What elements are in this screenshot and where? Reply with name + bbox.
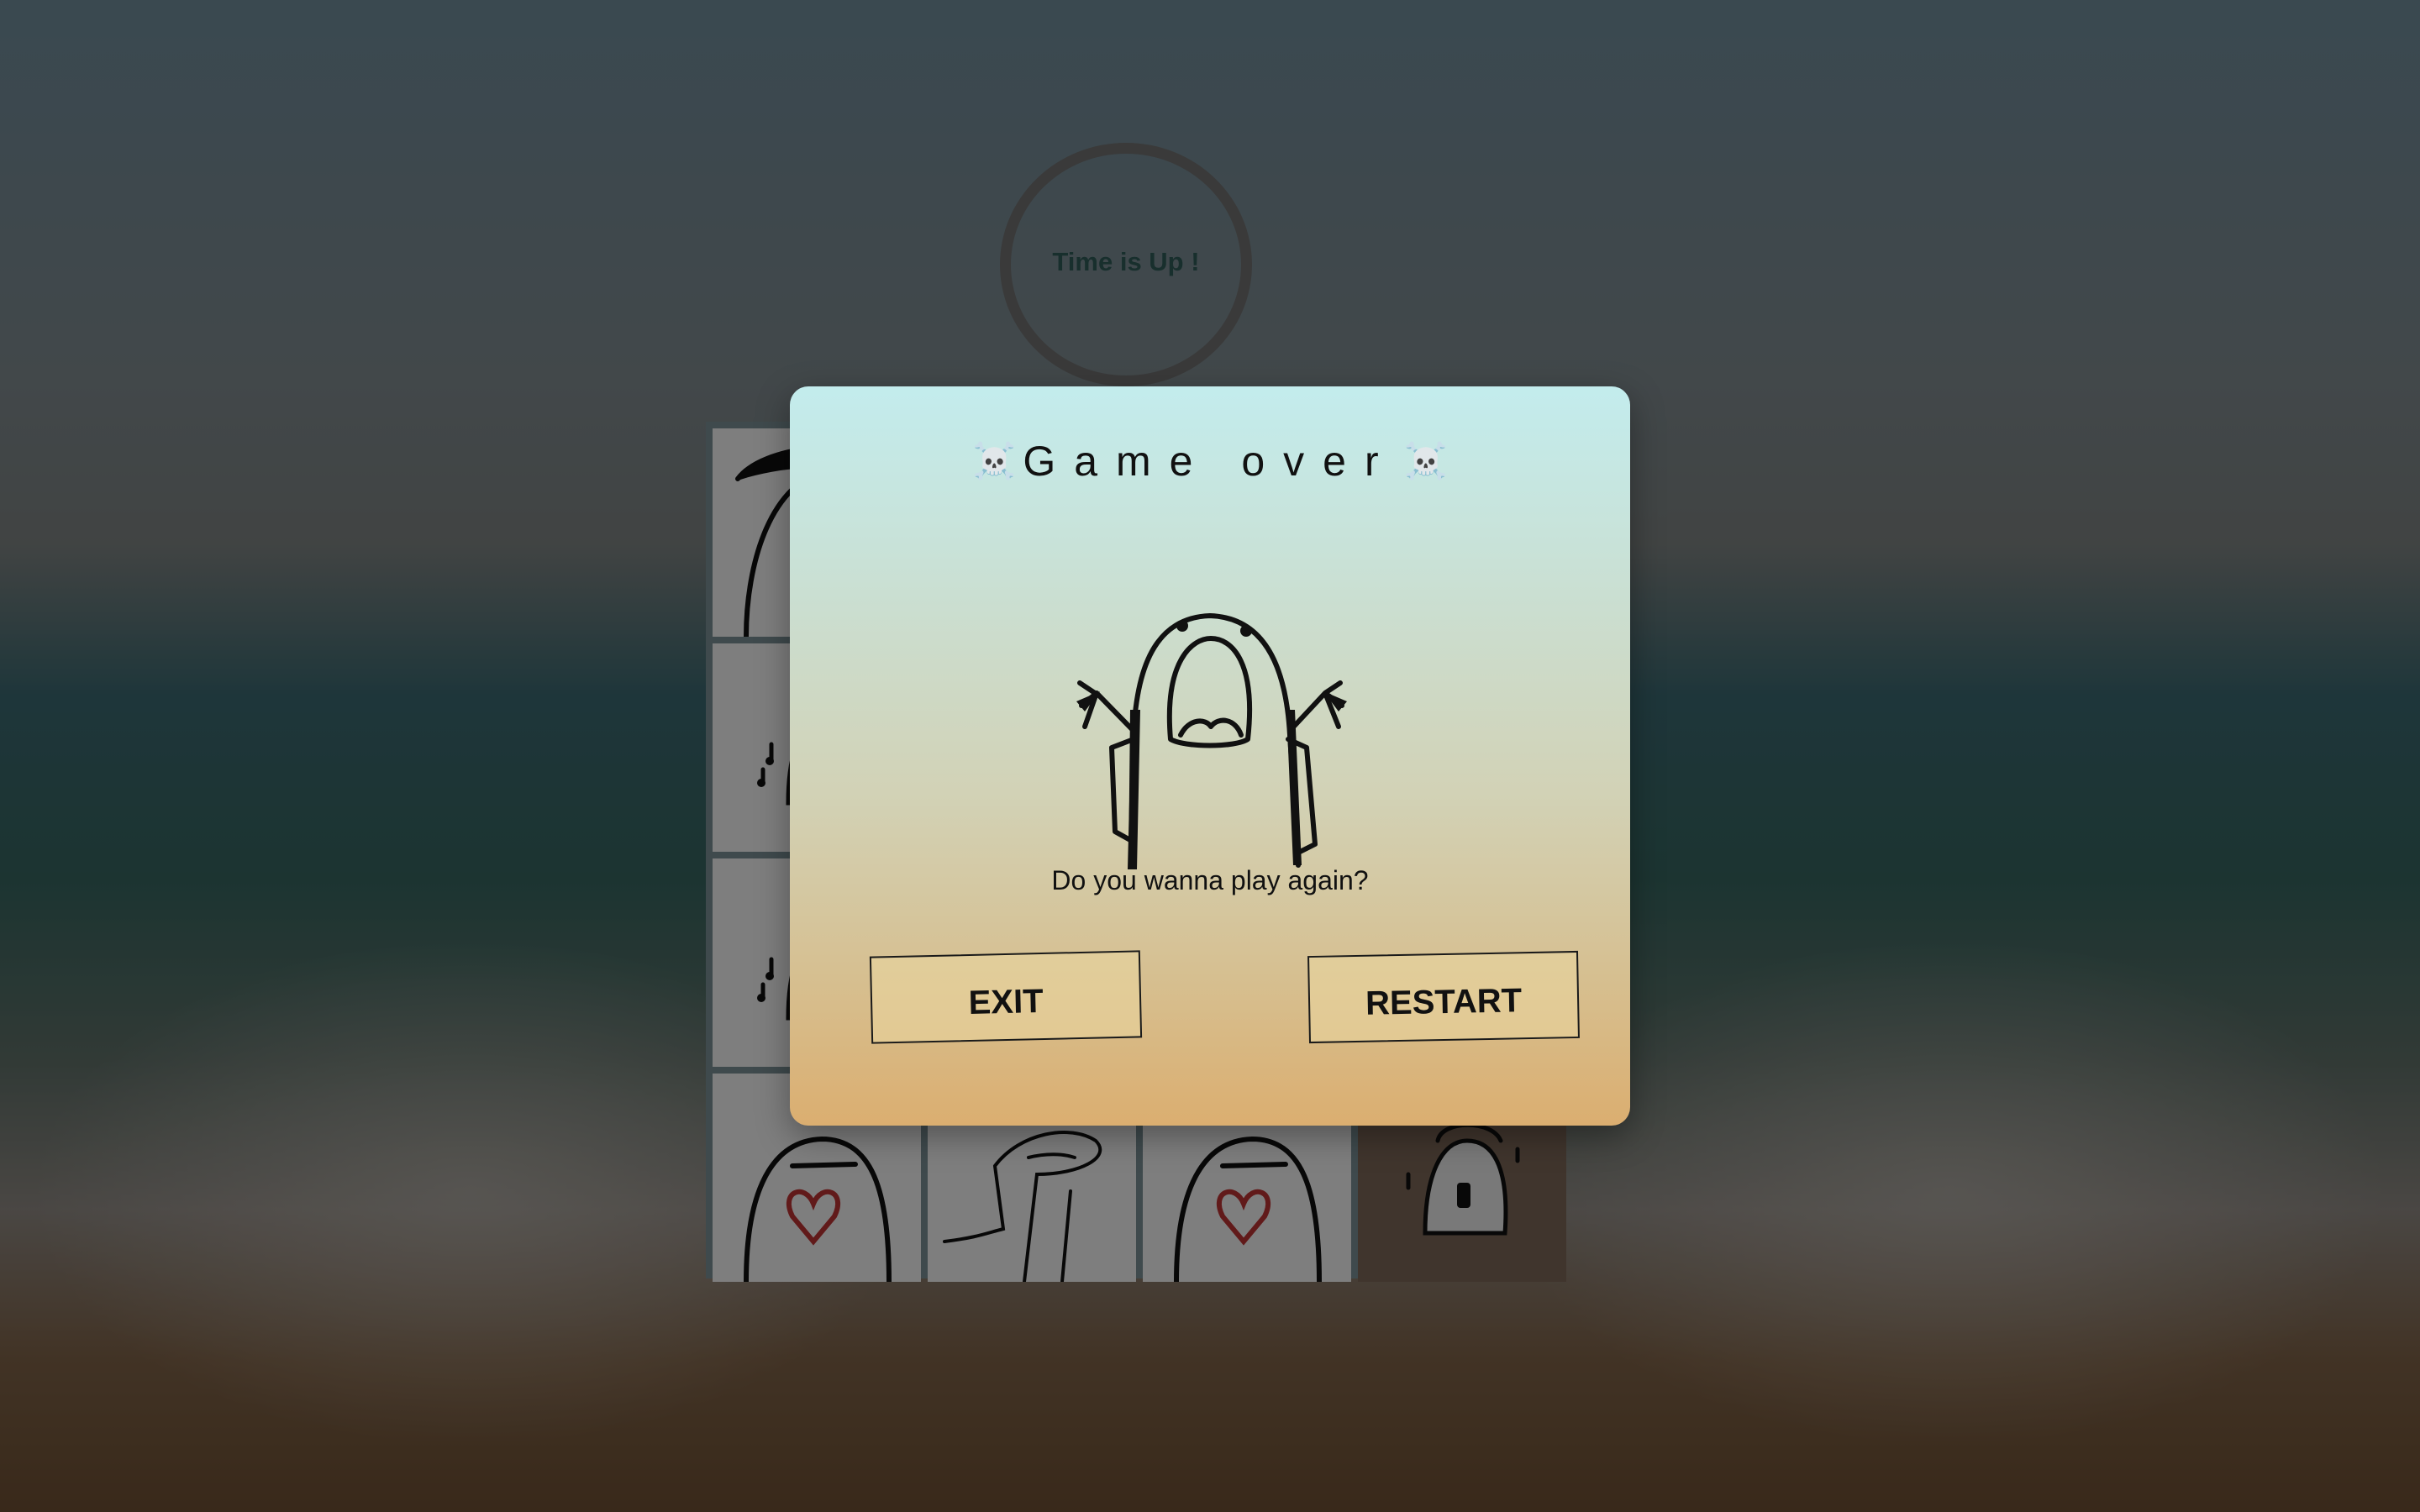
- exit-button[interactable]: EXIT: [869, 950, 1143, 1044]
- dialog-title: ☠️ Game over ☠️: [790, 437, 1630, 486]
- screaming-character-illustration: [1076, 613, 1347, 869]
- dialog-title-text: Game over: [1023, 438, 1397, 485]
- restart-button[interactable]: RESTART: [1307, 950, 1580, 1044]
- restart-button-label: RESTART: [1365, 981, 1523, 1022]
- play-again-question: Do you wanna play again?: [1051, 865, 1369, 895]
- exit-button-label: EXIT: [968, 982, 1044, 1021]
- skull-crossbones-icon: ☠️: [972, 440, 1017, 480]
- game-over-dialog: ☠️ Game over ☠️ Do you wanna play again?: [790, 386, 1630, 1126]
- skull-crossbones-icon: ☠️: [1403, 440, 1448, 480]
